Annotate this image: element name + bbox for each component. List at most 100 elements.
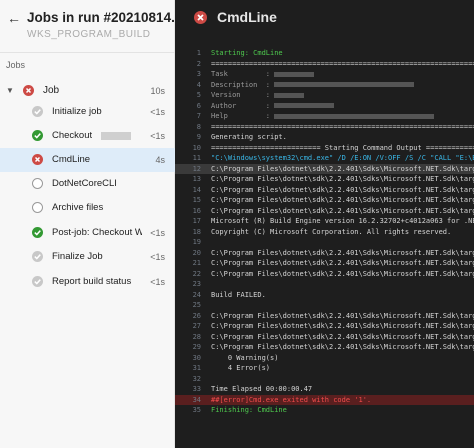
redacted-text [101, 132, 131, 140]
log-text: C:\Program Files\dotnet\sdk\2.2.401\Sdks… [211, 332, 474, 343]
log-text-content: C:\Program Files\dotnet\sdk\2.2.401\Sdks… [211, 185, 474, 194]
log-output[interactable]: 1 Starting: CmdLine 2 =====================… [175, 48, 474, 416]
log-text-content: "C:\Windows\system32\cmd.exe" /D /E:ON /… [211, 154, 474, 162]
log-text: Generating script. [211, 132, 474, 143]
log-text-content: Author : [211, 101, 271, 110]
log-line: 7 Help : [175, 111, 474, 122]
log-text-content: C:\Program Files\dotnet\sdk\2.2.401\Sdks… [211, 332, 474, 341]
log-text: ========================================… [211, 122, 474, 133]
log-line: 32 [175, 374, 474, 385]
log-text-content: Copyright (C) Microsoft Corporation. All… [211, 227, 452, 236]
step-dotnetcorecli[interactable]: DotNetCoreCLI [0, 172, 175, 196]
log-line: 29 C:\Program Files\dotnet\sdk\2.2.401\Sd… [175, 342, 474, 353]
log-text: Help : [211, 111, 474, 122]
log-text-content: ========================================… [211, 59, 474, 68]
step-finalize-job[interactable]: Finalize Job <1s [0, 245, 175, 269]
step-cmdline[interactable]: CmdLine 4s [0, 148, 175, 172]
error-icon [194, 11, 207, 24]
line-number: 28 [192, 332, 201, 341]
step-status [32, 130, 43, 141]
log-text: Finishing: CmdLine [211, 405, 474, 416]
chevron-down-icon[interactable]: ▼ [6, 86, 14, 95]
log-text: Task : [211, 69, 474, 80]
log-text: C:\Program Files\dotnet\sdk\2.2.401\Sdks… [211, 311, 474, 322]
line-number: 19 [192, 238, 201, 246]
redacted-text [274, 113, 435, 119]
line-number: 35 [192, 406, 201, 414]
log-text-content: C:\Program Files\dotnet\sdk\2.2.401\Sdks… [211, 248, 474, 257]
step-label: Report build status [52, 276, 132, 287]
step-duration: <1s [150, 277, 165, 287]
error-icon [23, 85, 34, 96]
log-text-content: C:\Program Files\dotnet\sdk\2.2.401\Sdks… [211, 196, 474, 204]
step-status [32, 227, 43, 238]
log-text: Starting: CmdLine [211, 48, 474, 59]
step-checkout[interactable]: Checkout <1s [0, 124, 175, 148]
job-duration: 10s [150, 86, 165, 96]
error-icon [32, 154, 43, 165]
line-number: 2 [196, 59, 201, 68]
log-text-content: Description : [211, 80, 271, 89]
log-line: 5 Version : [175, 90, 474, 101]
log-text-content: 0 Warning(s) [211, 353, 279, 362]
line-number: 20 [192, 248, 201, 257]
line-number: 17 [192, 217, 201, 225]
step-duration: <1s [150, 252, 165, 262]
line-number: 29 [192, 343, 201, 351]
log-line: 3 Task : [175, 69, 474, 80]
log-text-content: Finishing: CmdLine [211, 406, 287, 414]
line-number: 8 [196, 122, 201, 131]
log-line: 10 ========================== Starting Co… [175, 143, 474, 154]
step-status [32, 154, 43, 165]
log-text: 4 Error(s) [211, 363, 474, 374]
log-text-content: Task : [211, 70, 271, 78]
log-line: 25 [175, 300, 474, 311]
back-arrow-icon[interactable]: ← [7, 11, 21, 25]
job-row[interactable]: ▼ Job 10s [0, 82, 175, 100]
line-number: 3 [196, 70, 201, 78]
line-number: 30 [192, 353, 201, 362]
step-archive-files[interactable]: Archive files [0, 196, 175, 220]
line-number: 33 [192, 385, 201, 393]
log-line: 19 [175, 237, 474, 248]
log-line: 1 Starting: CmdLine [175, 48, 474, 59]
log-text: "C:\Windows\system32\cmd.exe" /D /E:ON /… [211, 153, 474, 164]
jobs-header: ← Jobs in run #20210814.7 WKS_PROGRAM_BU… [0, 0, 182, 52]
step-duration: <1s [150, 131, 165, 141]
log-text: Build FAILED. [211, 290, 474, 301]
redacted-text [274, 71, 315, 77]
pending-icon [32, 178, 43, 189]
check-icon [32, 130, 43, 141]
line-number: 31 [192, 364, 201, 372]
line-number: 7 [196, 112, 201, 120]
step-post-job-checkout-w[interactable]: Post-job: Checkout W... <1s [0, 221, 175, 245]
line-number: 5 [196, 91, 201, 99]
line-number: 10 [192, 143, 201, 152]
log-line: 14 C:\Program Files\dotnet\sdk\2.2.401\Sd… [175, 185, 474, 196]
log-text: C:\Program Files\dotnet\sdk\2.2.401\Sdks… [211, 174, 474, 185]
step-report-build-status[interactable]: Report build status <1s [0, 270, 175, 294]
redacted-text [274, 92, 305, 98]
line-number: 32 [192, 374, 201, 383]
redacted-text [274, 82, 415, 87]
check-icon [32, 227, 43, 238]
line-number: 4 [196, 80, 201, 89]
line-number: 16 [192, 206, 201, 215]
log-text: ========================================… [211, 59, 474, 70]
line-number: 1 [196, 49, 201, 57]
step-initialize-job[interactable]: Initialize job <1s [0, 100, 175, 124]
log-line: 20 C:\Program Files\dotnet\sdk\2.2.401\Sd… [175, 248, 474, 259]
log-text: C:\Program Files\dotnet\sdk\2.2.401\Sdks… [211, 206, 474, 217]
step-label: Initialize job [52, 106, 102, 117]
log-line: 12 C:\Program Files\dotnet\sdk\2.2.401\Sd… [175, 163, 474, 174]
log-line: 17 Microsoft (R) Build Engine version 16.… [175, 216, 474, 227]
line-number: 9 [196, 133, 201, 141]
line-number: 12 [192, 164, 201, 173]
log-line: 11 "C:\Windows\system32\cmd.exe" /D /E:ON… [175, 153, 474, 164]
line-number: 15 [192, 196, 201, 204]
line-number: 13 [192, 175, 201, 183]
divider [0, 52, 175, 53]
log-panel: CmdLine 1 Starting: CmdLine 2 =============… [175, 0, 474, 448]
log-text-content: Starting: CmdLine [211, 49, 283, 57]
log-text: Version : [211, 90, 474, 101]
